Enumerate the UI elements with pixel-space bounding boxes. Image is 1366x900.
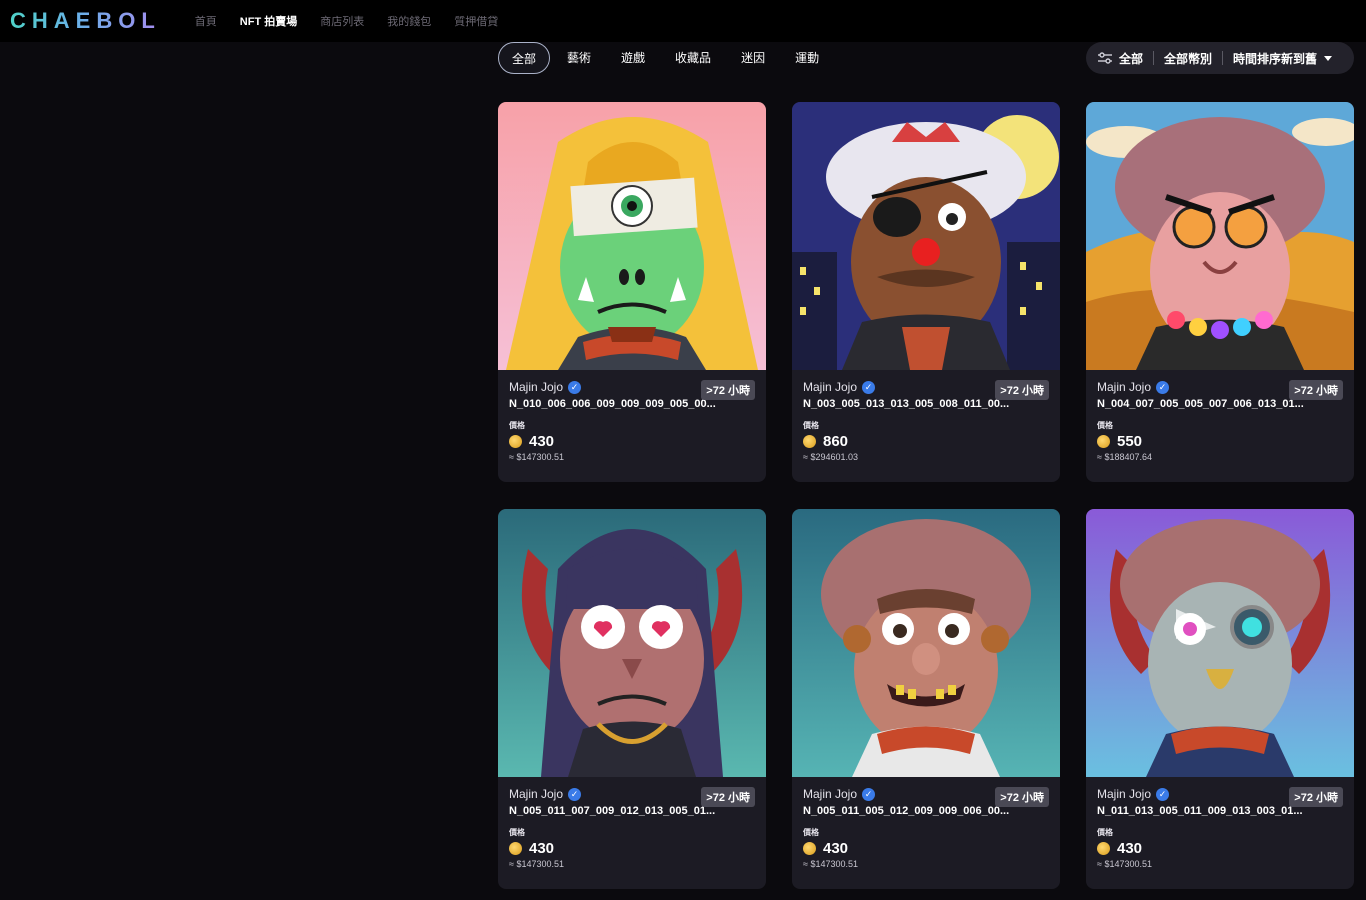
filter-all-label: 全部 (1119, 51, 1144, 66)
category-tabs: 全部 藝術 遊戲 收藏品 迷因 運動 (498, 42, 836, 74)
nft-card[interactable]: Majin Jojo ✓ >72 小時 N_003_005_013_013_00… (792, 102, 1060, 482)
nft-card[interactable]: Majin Jojo ✓ >72 小時 N_005_011_005_012_00… (792, 509, 1060, 889)
usd-equivalent: ≈ $147300.51 (509, 452, 564, 462)
sort-order-dropdown[interactable]: 時間排序新到舊 (1233, 50, 1333, 67)
tab-collectibles[interactable]: 收藏品 (662, 42, 724, 74)
tab-sports[interactable]: 運動 (782, 42, 832, 74)
time-remaining-badge: >72 小時 (995, 380, 1049, 400)
nft-card[interactable]: Majin Jojo ✓ >72 小時 N_004_007_005_005_00… (1086, 102, 1354, 482)
usd-equivalent: ≈ $294601.03 (803, 452, 858, 462)
price-row: 550 (1097, 433, 1343, 450)
price-label: 價格 (1097, 421, 1113, 430)
filter-all-button[interactable]: 全部 (1098, 50, 1143, 67)
card-info: Majin Jojo ✓ >72 小時 N_005_011_005_012_00… (792, 777, 1060, 889)
price-label: 價格 (1097, 828, 1113, 837)
price-value: 860 (823, 433, 849, 450)
coin-icon (803, 842, 816, 855)
nft-card[interactable]: Majin Jojo ✓ >72 小時 N_005_011_007_009_01… (498, 509, 766, 889)
price-row: 860 (803, 433, 1049, 450)
time-remaining-badge: >72 小時 (1289, 787, 1343, 807)
top-navigation-bar: CHAEBOL 首頁 NFT 拍賣場 商店列表 我的錢包 質押借貸 (0, 0, 1366, 42)
currency-filter-button[interactable]: 全部幣別 (1164, 50, 1212, 67)
price-label: 價格 (509, 828, 525, 837)
nft-artwork[interactable] (792, 102, 1060, 370)
card-info: Majin Jojo ✓ >72 小時 N_011_013_005_011_00… (1086, 777, 1354, 889)
price-label: 價格 (803, 421, 819, 430)
nav-staking-lending[interactable]: 質押借貸 (454, 13, 498, 29)
time-remaining-badge: >72 小時 (701, 787, 755, 807)
creator-name: Majin Jojo (803, 380, 858, 394)
creator-name: Majin Jojo (1097, 380, 1152, 394)
creator-name: Majin Jojo (509, 380, 564, 394)
card-info: Majin Jojo ✓ >72 小時 N_010_006_006_009_00… (498, 370, 766, 482)
main-nav: 首頁 NFT 拍賣場 商店列表 我的錢包 質押借貸 (195, 13, 498, 29)
tab-memes[interactable]: 迷因 (728, 42, 778, 74)
nav-nft-auction[interactable]: NFT 拍賣場 (240, 13, 297, 29)
nft-card[interactable]: Majin Jojo ✓ >72 小時 N_011_013_005_011_00… (1086, 509, 1354, 889)
time-remaining-badge: >72 小時 (995, 787, 1049, 807)
coin-icon (1097, 435, 1110, 448)
price-value: 430 (823, 840, 849, 857)
divider (1153, 51, 1155, 65)
chaebol-logo[interactable]: CHAEBOL (10, 8, 161, 34)
divider (1222, 51, 1224, 65)
tab-all[interactable]: 全部 (498, 42, 551, 74)
card-info: Majin Jojo ✓ >72 小時 N_004_007_005_005_00… (1086, 370, 1354, 482)
chevron-down-icon (1324, 55, 1333, 61)
card-info: Majin Jojo ✓ >72 小時 N_003_005_013_013_00… (792, 370, 1060, 482)
price-label: 價格 (509, 421, 525, 430)
card-info: Majin Jojo ✓ >72 小時 N_005_011_007_009_01… (498, 777, 766, 889)
creator-name: Majin Jojo (509, 787, 564, 801)
creator-name: Majin Jojo (1097, 787, 1152, 801)
price-row: 430 (1097, 840, 1343, 857)
tab-art[interactable]: 藝術 (554, 42, 604, 74)
nft-artwork[interactable] (498, 102, 766, 370)
tab-games[interactable]: 遊戲 (608, 42, 658, 74)
nft-card[interactable]: Majin Jojo ✓ >72 小時 N_010_006_006_009_00… (498, 102, 766, 482)
price-row: 430 (509, 840, 755, 857)
nft-artwork[interactable] (1086, 509, 1354, 777)
verified-check-icon: ✓ (862, 380, 876, 394)
nav-home[interactable]: 首頁 (195, 13, 217, 29)
verified-check-icon: ✓ (862, 787, 876, 801)
coin-icon (1097, 842, 1110, 855)
nav-store-list[interactable]: 商店列表 (320, 13, 364, 29)
nft-artwork[interactable] (498, 509, 766, 777)
time-remaining-badge: >72 小時 (701, 380, 755, 400)
verified-check-icon: ✓ (568, 787, 582, 801)
price-value: 430 (1117, 840, 1143, 857)
verified-check-icon: ✓ (568, 380, 582, 394)
coin-icon (803, 435, 816, 448)
usd-equivalent: ≈ $188407.64 (1097, 452, 1152, 462)
price-value: 550 (1117, 433, 1143, 450)
nav-my-wallet[interactable]: 我的錢包 (387, 13, 431, 29)
sort-filter-bar: 全部 全部幣別 時間排序新到舊 (1086, 42, 1354, 74)
nft-artwork[interactable] (1086, 102, 1354, 370)
price-label: 價格 (803, 828, 819, 837)
verified-check-icon: ✓ (1156, 787, 1170, 801)
usd-equivalent: ≈ $147300.51 (509, 859, 564, 869)
sliders-icon (1098, 52, 1112, 64)
verified-check-icon: ✓ (1156, 380, 1170, 394)
nft-artwork[interactable] (792, 509, 1060, 777)
price-row: 430 (509, 433, 755, 450)
price-row: 430 (803, 840, 1049, 857)
coin-icon (509, 435, 522, 448)
usd-equivalent: ≈ $147300.51 (803, 859, 858, 869)
usd-equivalent: ≈ $147300.51 (1097, 859, 1152, 869)
price-value: 430 (529, 433, 555, 450)
price-value: 430 (529, 840, 555, 857)
time-remaining-badge: >72 小時 (1289, 380, 1343, 400)
creator-name: Majin Jojo (803, 787, 858, 801)
sort-order-label: 時間排序新到舊 (1233, 51, 1318, 66)
coin-icon (509, 842, 522, 855)
